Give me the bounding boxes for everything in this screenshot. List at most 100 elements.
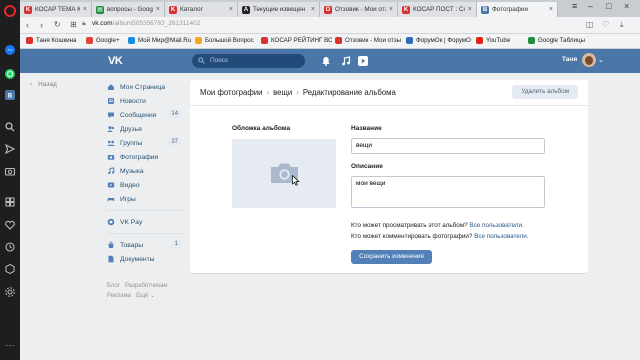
album-cover-upload[interactable]: [232, 139, 336, 208]
tab-favicon-icon: K: [402, 5, 410, 14]
breadcrumb-my-photos[interactable]: Мои фотографии: [200, 88, 262, 97]
vk-logo[interactable]: VK: [108, 55, 123, 67]
music-icon[interactable]: [340, 55, 352, 67]
cube-icon[interactable]: [4, 263, 16, 275]
bookmark-item[interactable]: Google Таблицы: [528, 37, 585, 44]
footer-ads-link[interactable]: Реклама: [107, 293, 131, 299]
tab-google-sheets[interactable]: ▤ вопросы - Google ×: [92, 2, 165, 17]
back-link[interactable]: ‹ Назад: [30, 81, 57, 88]
menu-item-groups[interactable]: Группы 37: [107, 136, 183, 150]
avatar[interactable]: [582, 53, 596, 67]
bookmark-item[interactable]: Отзовик - Мои отзы: [335, 37, 401, 44]
goods-icon: [107, 241, 115, 249]
chevron-right-icon: ›: [266, 88, 270, 97]
bookmark-label: Google+: [96, 37, 120, 44]
menu-item-friends[interactable]: Друзья: [107, 122, 183, 136]
close-icon[interactable]: ×: [229, 6, 233, 13]
tab-otzovik[interactable]: O Отзовик - Мои отз ×: [320, 2, 398, 17]
download-icon[interactable]: ⤓: [620, 20, 624, 30]
history-icon[interactable]: [4, 241, 16, 253]
settings-icon[interactable]: [4, 286, 16, 298]
close-icon[interactable]: ×: [311, 6, 315, 13]
camera-icon[interactable]: [4, 165, 16, 177]
forward-arrow-icon[interactable]: ›: [40, 20, 43, 30]
menu-item-label: Друзья: [120, 125, 142, 133]
opera-logo-icon[interactable]: [4, 5, 16, 17]
more-icon[interactable]: ···: [4, 340, 16, 352]
bookmark-item[interactable]: Мой Мир@Mail.Ru: [128, 37, 191, 44]
url-field[interactable]: vk.com/album505356783_261311402: [92, 20, 200, 27]
bookmark-item[interactable]: Google+: [86, 37, 120, 44]
album-name-input[interactable]: вещи: [351, 138, 545, 154]
photo-icon: [107, 153, 115, 161]
bookmark-item[interactable]: YouTube: [476, 37, 510, 44]
whatsapp-icon[interactable]: [4, 68, 16, 80]
bookmark-item[interactable]: Таня Кошкина: [26, 37, 76, 44]
footer-developers-link[interactable]: Разработчикам: [125, 283, 168, 289]
menu-item-music[interactable]: Музыка: [107, 164, 183, 178]
comment-privacy-link[interactable]: Все пользователи.: [474, 233, 528, 240]
youtube-icon: [476, 37, 483, 44]
tab-kosar-tema[interactable]: K КОСАР ТЕМА Как с ×: [20, 2, 92, 17]
menu-item-photos[interactable]: Фотографии: [107, 150, 183, 164]
minimize-icon[interactable]: –: [588, 1, 593, 11]
music-icon: [107, 167, 115, 175]
heart-icon[interactable]: [4, 219, 16, 231]
tab-kosar-post[interactable]: K КОСАР ПОСТ : Con ×: [398, 2, 477, 17]
bookmark-item[interactable]: ФорумОк | ФорумО: [406, 37, 471, 44]
menu-item-messages[interactable]: Сообщения 14: [107, 108, 183, 122]
menu-item-goods[interactable]: Товары 1: [107, 238, 183, 252]
bookmark-item[interactable]: КОСАР РЕЙТИНГ ВС: [261, 37, 333, 44]
close-icon[interactable]: ×: [389, 6, 393, 13]
menu-item-label: Документы: [120, 255, 155, 263]
menu-item-games[interactable]: Игры: [107, 192, 183, 206]
bell-icon[interactable]: [320, 55, 332, 67]
left-menu: Моя Страница Новости Сообщения 14 Друзья…: [107, 80, 183, 266]
menu-item-label: Сообщения: [120, 111, 157, 119]
album-description-textarea[interactable]: мои вещи: [351, 176, 545, 208]
save-changes-button[interactable]: Сохранить изменения: [351, 250, 432, 264]
bookmark-label: ФорумОк | ФорумО: [416, 37, 471, 44]
play-icon[interactable]: [357, 55, 369, 67]
menu-item-my-page[interactable]: Моя Страница: [107, 80, 183, 94]
search-icon[interactable]: [4, 121, 16, 133]
view-privacy-link[interactable]: Все пользователи.: [469, 222, 523, 229]
speed-dial-icon[interactable]: ⊞: [70, 20, 77, 29]
footer-more-link[interactable]: Ещё ⌄: [136, 293, 155, 299]
speed-dial-icon[interactable]: [4, 196, 16, 208]
reload-icon[interactable]: ↻: [54, 20, 61, 29]
vk-sidebar-icon[interactable]: B: [4, 89, 16, 101]
breadcrumb-album[interactable]: вещи: [273, 88, 292, 97]
send-icon[interactable]: [4, 143, 16, 155]
comment-privacy-row: Кто может комментировать фотографии? Все…: [351, 233, 529, 240]
close-icon[interactable]: ×: [549, 6, 553, 13]
close-icon[interactable]: ×: [468, 6, 472, 13]
menu-item-label: Группы: [120, 139, 143, 147]
window-close-icon[interactable]: ×: [624, 1, 629, 11]
delete-album-button[interactable]: Удалить альбом: [512, 85, 578, 99]
tab-menu-icon[interactable]: ≡: [572, 1, 577, 11]
menu-item-news[interactable]: Новости: [107, 94, 183, 108]
close-icon[interactable]: ×: [156, 6, 160, 13]
user-name[interactable]: Таня: [562, 56, 577, 63]
chevron-down-icon[interactable]: ⌄: [598, 56, 604, 64]
heart-icon[interactable]: ♡: [602, 20, 609, 29]
menu-item-vkpay[interactable]: VK Pay: [107, 215, 183, 229]
bookmark-item[interactable]: Большой Вопрос: [195, 37, 254, 44]
back-arrow-icon[interactable]: ‹: [26, 20, 29, 30]
tab-catalog[interactable]: K Каталог ×: [165, 2, 238, 17]
camera-icon[interactable]: ◫: [586, 20, 594, 29]
menu-item-video[interactable]: Видео: [107, 178, 183, 192]
back-label: Назад: [38, 81, 57, 88]
maximize-icon[interactable]: □: [606, 1, 611, 11]
menu-item-documents[interactable]: Документы: [107, 252, 183, 266]
tab-photos[interactable]: B Фотографии ×: [477, 2, 558, 17]
search-input[interactable]: Поиск: [192, 54, 305, 68]
count-badge: 14: [168, 110, 181, 118]
close-icon[interactable]: ×: [83, 6, 87, 13]
messenger-icon[interactable]: [4, 44, 16, 56]
tab-title: Отзовик - Мои отз: [335, 6, 386, 13]
tab-notices[interactable]: A Текущие извещен ×: [238, 2, 320, 17]
games-icon: [107, 195, 115, 203]
footer-blog-link[interactable]: Блог: [107, 283, 120, 289]
